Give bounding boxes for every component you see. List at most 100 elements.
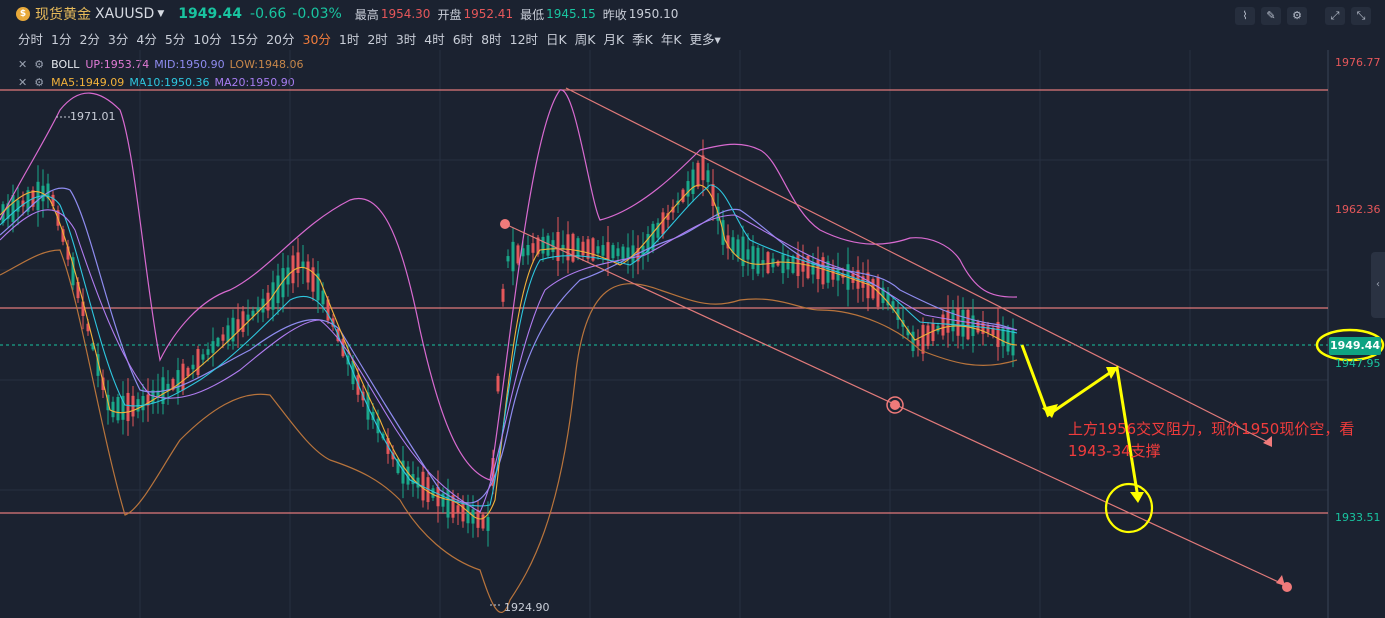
candle-body bbox=[571, 233, 575, 262]
channel-start-point bbox=[500, 219, 510, 229]
axis-label-top: 1976.77 bbox=[1335, 56, 1381, 69]
candle-body bbox=[956, 308, 960, 336]
candle-body bbox=[686, 181, 690, 197]
candle-body bbox=[246, 314, 250, 321]
candle-body bbox=[461, 501, 465, 522]
candle-body bbox=[926, 325, 930, 346]
candle-body bbox=[206, 349, 210, 355]
trade-annotation: 上方1956交叉阻力，现价1950现价空，看 1943-34支撑 bbox=[1068, 418, 1368, 462]
candle-body bbox=[661, 212, 665, 235]
annotation-line-2: 1943-34支撑 bbox=[1068, 442, 1161, 460]
axis-label-below-current: 1947.95 bbox=[1335, 357, 1381, 370]
candle-body bbox=[566, 234, 570, 261]
candle-body bbox=[481, 514, 485, 529]
low-mark-label: 1924.90 bbox=[504, 601, 550, 614]
candle-body bbox=[141, 396, 145, 411]
candle-body bbox=[691, 169, 695, 195]
candle-body bbox=[211, 341, 215, 353]
candle-body bbox=[766, 252, 770, 274]
candle-body bbox=[866, 272, 870, 299]
candle-body bbox=[801, 259, 805, 272]
current-price-tag: 1949.44 bbox=[1329, 337, 1381, 355]
axis-label-mid: 1962.36 bbox=[1335, 203, 1381, 216]
candle-body bbox=[176, 370, 180, 393]
candle-body bbox=[746, 249, 750, 260]
candle-body bbox=[511, 241, 515, 272]
chevron-left-icon[interactable]: ‹ bbox=[1371, 252, 1385, 318]
forecast-arrow-3 bbox=[1130, 492, 1144, 503]
candle-body bbox=[696, 162, 700, 187]
candle-body bbox=[546, 235, 550, 256]
candles bbox=[1, 139, 1015, 547]
high-mark-label: 1971.01 bbox=[70, 110, 116, 123]
candle-body bbox=[616, 248, 620, 257]
candle-body bbox=[971, 315, 975, 337]
candle-body bbox=[531, 243, 535, 253]
candle-body bbox=[456, 505, 460, 513]
candlestick-chart[interactable] bbox=[0, 0, 1385, 618]
candle-body bbox=[916, 339, 920, 346]
candle-body bbox=[781, 254, 785, 274]
candle-body bbox=[946, 310, 950, 333]
candle-body bbox=[196, 349, 200, 375]
candle-body bbox=[116, 397, 120, 421]
candle-body bbox=[526, 244, 530, 256]
channel-anchor-dot bbox=[890, 400, 900, 410]
candle-body bbox=[311, 267, 315, 292]
support-highlight-circle bbox=[1104, 482, 1154, 534]
candle-body bbox=[541, 236, 545, 254]
candle-body bbox=[501, 288, 505, 302]
annotation-line-1: 上方1956交叉阻力，现价1950现价空，看 bbox=[1068, 420, 1355, 438]
candle-body bbox=[431, 488, 435, 498]
candle-body bbox=[466, 504, 470, 524]
candle-body bbox=[486, 517, 490, 531]
candle-body bbox=[221, 334, 225, 341]
candle-body bbox=[11, 195, 15, 222]
candle-body bbox=[301, 261, 305, 268]
candle-body bbox=[586, 239, 590, 259]
candle-body bbox=[581, 241, 585, 256]
candle-body bbox=[736, 239, 740, 257]
candle-body bbox=[961, 309, 965, 337]
candle-body bbox=[506, 256, 510, 262]
candle-body bbox=[996, 321, 1000, 347]
channel-upper-line bbox=[565, 87, 1271, 444]
candle-body bbox=[596, 246, 600, 254]
candle-body bbox=[796, 253, 800, 277]
candle-body bbox=[241, 311, 245, 332]
candle-body bbox=[786, 258, 790, 270]
candle-body bbox=[181, 363, 185, 391]
candle-body bbox=[111, 401, 115, 418]
candle-body bbox=[966, 309, 970, 340]
candle-body bbox=[706, 170, 710, 183]
candle-body bbox=[621, 246, 625, 260]
boll-lower-line bbox=[0, 249, 1018, 614]
candle-body bbox=[791, 256, 795, 273]
candle-body bbox=[1011, 330, 1015, 356]
candle-body bbox=[911, 331, 915, 352]
candle-body bbox=[126, 392, 130, 422]
candle-body bbox=[226, 325, 230, 342]
candle-body bbox=[191, 364, 195, 370]
candle-body bbox=[606, 242, 610, 260]
candle-body bbox=[306, 261, 310, 283]
candle-body bbox=[921, 324, 925, 354]
candle-body bbox=[216, 337, 220, 347]
arrow-head-lower bbox=[1276, 575, 1285, 586]
candle-body bbox=[201, 354, 205, 360]
candle-body bbox=[516, 245, 520, 264]
candle-body bbox=[611, 245, 615, 259]
candle-body bbox=[816, 259, 820, 280]
candle-body bbox=[701, 155, 705, 181]
ma5-line bbox=[0, 184, 1018, 520]
candle-body bbox=[576, 238, 580, 259]
candle-body bbox=[321, 290, 325, 305]
candle-body bbox=[186, 367, 190, 377]
candle-body bbox=[496, 375, 500, 392]
candle-body bbox=[296, 252, 300, 273]
candle-body bbox=[601, 245, 605, 256]
candle-body bbox=[986, 326, 990, 333]
axis-label-bottom: 1933.51 bbox=[1335, 511, 1381, 524]
candle-body bbox=[756, 247, 760, 274]
candle-body bbox=[751, 246, 755, 269]
